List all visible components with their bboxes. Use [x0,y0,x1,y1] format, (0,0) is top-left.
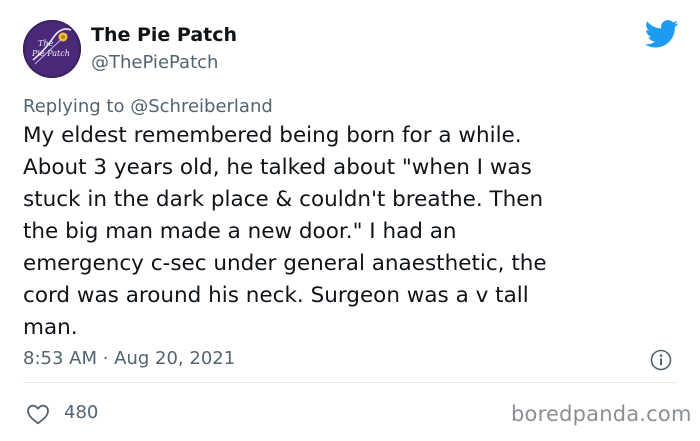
author-display-name[interactable]: The Pie Patch [91,24,237,46]
author-handle[interactable]: @ThePiePatch [91,52,218,73]
tweet-text-line: stuck in the dark place & couldn't breat… [23,187,544,212]
svg-text:The: The [38,39,53,48]
tweet-timestamp[interactable]: 8:53 AM · Aug 20, 2021 [23,348,235,369]
tweet-text-line: My eldest remembered being born for a wh… [23,123,522,148]
avatar[interactable]: The Pie Patch [23,20,81,78]
boredpanda-watermark: boredpanda.com [511,402,692,426]
replying-to-line: Replying to @Schreiberland [23,96,273,117]
info-icon[interactable] [650,349,672,371]
tweet-text: My eldest remembered being born for a wh… [23,120,683,344]
like-count: 480 [64,402,99,423]
reply-prefix: Replying to [23,96,125,117]
tweet-text-line: the big man made a new door." I had an [23,219,457,244]
tweet-text-line: emergency c-sec under general anaestheti… [23,251,547,276]
divider [23,382,677,383]
tweet-text-line: cord was around his neck. Surgeon was a … [23,283,529,308]
tweet-text-line: man. [23,315,78,340]
svg-text:Pie Patch: Pie Patch [31,49,70,58]
tweet-text-line: About 3 years old, he talked about "when… [23,155,532,180]
reply-mention-link[interactable]: @Schreiberland [130,96,273,117]
twitter-bird-icon[interactable] [645,20,679,48]
pie-patch-logo-avatar-icon: The Pie Patch [23,20,81,78]
heart-icon[interactable] [26,403,50,425]
